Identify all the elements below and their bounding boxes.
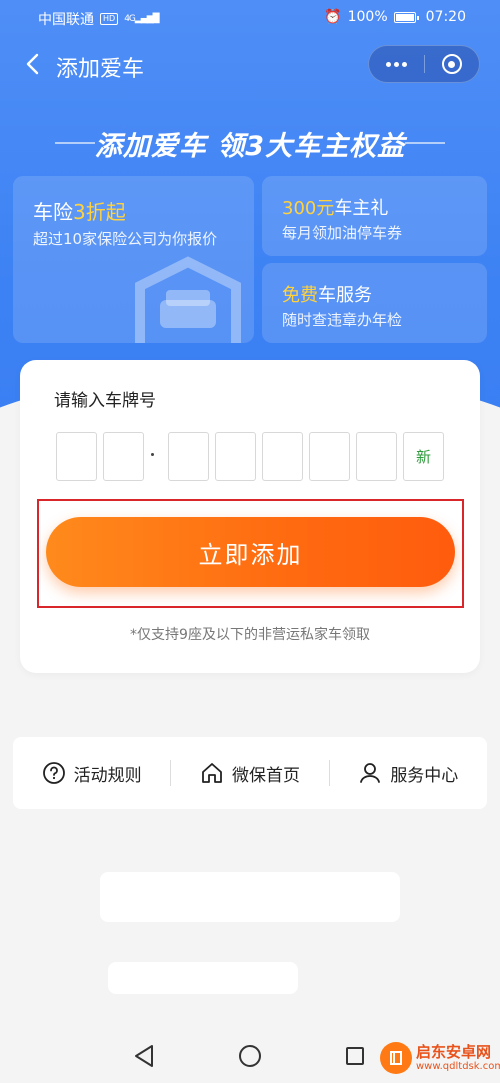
links-bar: 活动规则 微保首页 服务中心 <box>13 737 487 809</box>
back-button[interactable] <box>14 46 50 82</box>
battery-percent: 100% <box>347 9 388 25</box>
redacted-area <box>100 872 400 922</box>
plate-char-2[interactable] <box>103 432 144 481</box>
eligibility-note: *仅支持9座及以下的非营运私家车领取 <box>130 627 370 643</box>
link-label: 微保首页 <box>231 765 300 786</box>
clock: 07:20 <box>425 9 466 25</box>
plate-separator <box>151 453 154 456</box>
link-label: 活动规则 <box>73 765 142 786</box>
page-title: 添加爱车 <box>56 57 145 82</box>
network-type: 4G <box>124 14 136 24</box>
link-activity-rules[interactable]: 活动规则 <box>13 737 170 809</box>
benefit-gift-subtitle: 每月领加油停车券 <box>282 224 403 242</box>
link-service-center[interactable]: 服务中心 <box>330 737 487 809</box>
hd-icon: HD <box>100 13 119 25</box>
nav-bar: 添加爱车 <box>0 40 500 90</box>
watermark-name: 启东安卓网 <box>416 1043 492 1061</box>
benefit-insurance-title: 车险3折起 <box>33 200 126 224</box>
plate-char-6[interactable] <box>309 432 350 481</box>
link-weibao-home[interactable]: 微保首页 <box>171 737 328 809</box>
benefit-gift-card[interactable]: 300元车主礼 每月领加油停车券 <box>262 176 487 256</box>
benefit-service-subtitle: 随时查违章办年检 <box>282 311 403 329</box>
watermark: 启东安卓网 www.qdltdsk.com <box>380 1042 500 1074</box>
plate-char-3[interactable] <box>168 432 209 481</box>
link-label: 服务中心 <box>390 765 459 786</box>
benefit-service-title: 免费车服务 <box>282 285 372 306</box>
close-mini-program-button[interactable] <box>425 46 480 82</box>
target-circle-icon <box>441 54 462 74</box>
more-button[interactable] <box>369 46 424 82</box>
mini-program-capsule <box>368 45 480 83</box>
status-bar: 中国联通 HD 4G▂▄▆█ ⏰ 100% 07:20 <box>0 0 500 34</box>
plate-char-4[interactable] <box>215 432 256 481</box>
benefit-service-card[interactable]: 免费车服务 随时查违章办年检 <box>262 263 487 343</box>
nav-home-icon[interactable] <box>239 1045 261 1067</box>
question-circle-icon <box>42 762 65 784</box>
watermark-logo-icon <box>380 1042 412 1074</box>
redacted-area <box>108 962 298 994</box>
alarm-icon: ⏰ <box>324 9 342 25</box>
benefit-insurance-card[interactable]: 车险3折起 超过10家保险公司为你报价 <box>13 176 254 343</box>
chevron-left-icon <box>26 53 39 75</box>
plate-char-1[interactable] <box>56 432 97 481</box>
signal-icon: 4G▂▄▆█ <box>124 14 159 24</box>
banner-title: 添加爱车 领3大车主权益 <box>94 131 406 162</box>
plate-char-5[interactable] <box>262 432 303 481</box>
watermark-url: www.qdltdsk.com <box>416 1061 500 1072</box>
plate-label: 请输入车牌号 <box>54 391 156 411</box>
battery-icon <box>393 11 419 23</box>
add-car-card: 请输入车牌号 新 立即添加 *仅支持9座及以下的非营运私家车领取 <box>20 360 480 673</box>
nav-recent-icon[interactable] <box>346 1047 364 1065</box>
garage-car-icon <box>135 256 241 343</box>
plate-new-energy-slot[interactable]: 新 <box>403 432 444 481</box>
add-now-button[interactable]: 立即添加 <box>46 517 455 587</box>
more-dots-icon <box>385 61 407 67</box>
home-icon <box>202 763 222 783</box>
benefit-insurance-subtitle: 超过10家保险公司为你报价 <box>33 230 218 248</box>
benefit-gift-title: 300元车主礼 <box>282 198 389 219</box>
carrier-name: 中国联通 <box>38 12 94 28</box>
user-service-icon <box>360 763 381 783</box>
nav-back-icon[interactable] <box>133 1044 155 1068</box>
plate-char-7[interactable] <box>356 432 397 481</box>
